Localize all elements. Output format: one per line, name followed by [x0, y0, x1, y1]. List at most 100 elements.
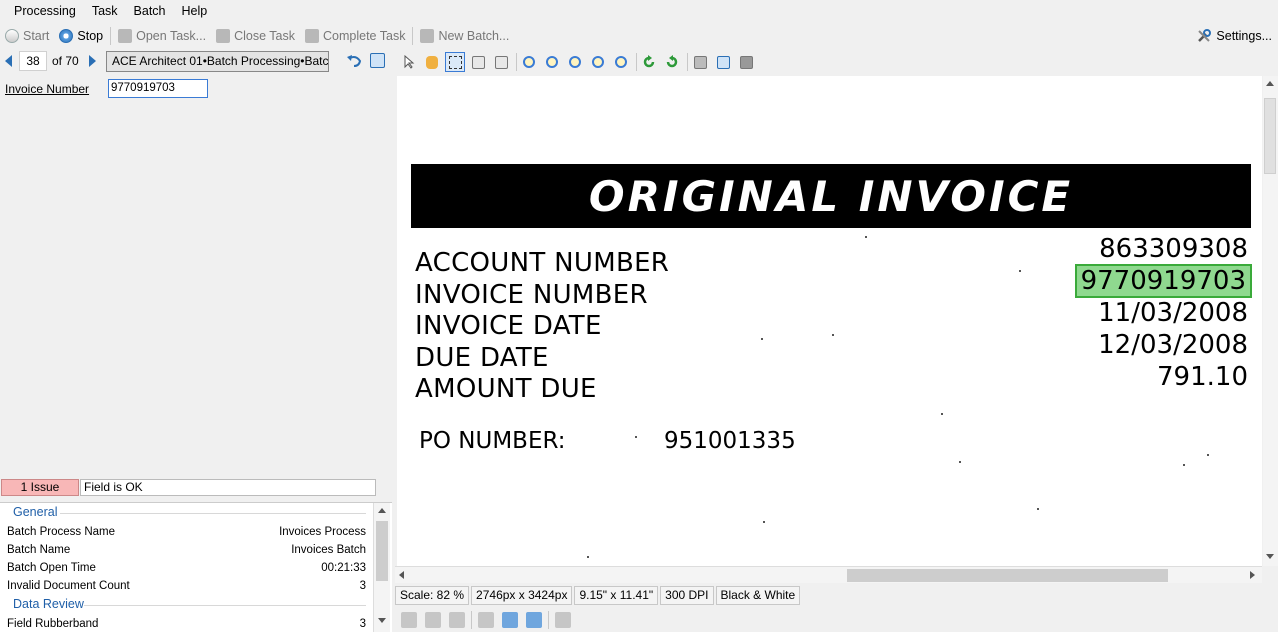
scan-speck	[587, 556, 589, 558]
settings-button[interactable]: Settings...	[1196, 24, 1272, 48]
scroll-left-icon[interactable]	[399, 571, 404, 579]
magnifier-tool[interactable]	[491, 52, 511, 72]
inch-size-status: 9.15" x 11.41"	[574, 586, 659, 605]
crop-icon[interactable]	[502, 612, 518, 628]
previous-page-icon[interactable]	[5, 55, 12, 67]
toolbar-divider	[548, 611, 549, 629]
amount-due-label: AMOUNT DUE	[415, 374, 597, 404]
pointer-tool[interactable]	[399, 52, 419, 72]
stop-icon	[59, 29, 74, 43]
property-row: Batch Process Name Invoices Process	[0, 523, 372, 541]
due-date-label: DUE DATE	[415, 343, 549, 373]
scan-icon[interactable]	[478, 612, 494, 628]
invoice-number-input[interactable]: 9770919703	[108, 79, 208, 98]
po-number-label: PO NUMBER:	[419, 428, 566, 454]
issue-count-badge[interactable]: 1 Issue	[1, 479, 79, 496]
enhance-icon[interactable]	[449, 612, 465, 628]
zoom-actual-icon	[569, 56, 581, 68]
dpi-status: 300 DPI	[660, 586, 714, 605]
zoom-out-button[interactable]	[542, 52, 562, 72]
left-panel: 38 of 70 ACE Architect 01•Batch Processi…	[0, 50, 392, 632]
menu-help[interactable]: Help	[174, 0, 216, 23]
invoice-number-value-highlight[interactable]: 9770919703	[1074, 264, 1253, 298]
refresh-icon[interactable]	[526, 612, 542, 628]
scroll-right-icon[interactable]	[1250, 571, 1255, 579]
issue-bar: 1 Issue Field is OK	[0, 479, 392, 497]
hand-icon	[426, 55, 438, 69]
complete-task-button[interactable]: Complete Task	[300, 25, 410, 47]
menu-processing[interactable]: Processing	[6, 0, 84, 23]
scroll-down-icon[interactable]	[378, 618, 386, 623]
zoom-region-tool[interactable]	[468, 52, 488, 72]
properties-scrollbar[interactable]	[373, 503, 390, 632]
new-batch-button[interactable]: New Batch...	[415, 25, 514, 47]
scale-status: Scale: 82 %	[395, 586, 470, 605]
image-status-bar: Scale: 82 % 2746px x 3424px 9.15" x 11.4…	[395, 586, 802, 606]
properties-list: General Batch Process Name Invoices Proc…	[0, 503, 372, 632]
page-number-input[interactable]: 38	[19, 51, 47, 71]
scroll-up-icon[interactable]	[1266, 81, 1274, 86]
scrollbar-thumb[interactable]	[376, 521, 388, 581]
settings-label: Settings...	[1216, 29, 1272, 43]
undo-icon[interactable]	[346, 54, 362, 68]
rotate-right-icon	[643, 55, 655, 68]
save-image-button[interactable]	[713, 52, 733, 72]
open-task-icon	[118, 29, 133, 43]
account-number-label: ACCOUNT NUMBER	[415, 248, 670, 278]
zoom-width-button[interactable]	[611, 52, 631, 72]
tools-icon	[739, 55, 753, 69]
undo-edit-icon[interactable]	[555, 612, 571, 628]
viewer-toolbar	[395, 50, 1278, 74]
despeckle-icon[interactable]	[425, 612, 441, 628]
document-image[interactable]: ORIGINAL INVOICE ACCOUNT NUMBER INVOICE …	[397, 76, 1262, 566]
save-image-icon	[716, 55, 730, 69]
toolbar-divider	[687, 53, 688, 71]
close-task-icon	[216, 29, 231, 43]
menu-bar: Processing Task Batch Help	[0, 0, 1278, 23]
scrollbar-thumb[interactable]	[1264, 98, 1276, 174]
stop-button[interactable]: Stop	[54, 25, 108, 47]
rotate-right-button[interactable]	[639, 52, 659, 72]
scroll-down-icon[interactable]	[1266, 554, 1274, 559]
deskew-icon[interactable]	[401, 612, 417, 628]
scan-speck	[959, 461, 961, 463]
document-navigator: 38 of 70 ACE Architect 01•Batch Processi…	[0, 50, 392, 72]
menu-batch[interactable]: Batch	[126, 0, 174, 23]
rubberband-icon	[448, 55, 462, 69]
rotate-left-button[interactable]	[662, 52, 682, 72]
pan-tool[interactable]	[422, 52, 442, 72]
zoom-in-button[interactable]	[519, 52, 539, 72]
pixel-size-status: 2746px x 3424px	[471, 586, 573, 605]
close-task-label: Close Task	[234, 29, 295, 43]
scroll-up-icon[interactable]	[378, 508, 386, 513]
print-button[interactable]	[690, 52, 710, 72]
property-row: Invalid Document Count 3	[0, 577, 372, 595]
save-icon[interactable]	[370, 53, 385, 68]
viewer-vertical-scrollbar[interactable]	[1263, 76, 1278, 566]
image-edit-toolbar	[395, 610, 575, 630]
property-value: 3	[359, 618, 366, 630]
zoom-width-icon	[615, 56, 627, 68]
start-button[interactable]: Start	[0, 25, 54, 47]
scan-speck	[1183, 464, 1185, 466]
scan-speck	[1037, 508, 1039, 510]
property-row: Field Rubberband 3	[0, 615, 372, 632]
toolbar-divider	[412, 27, 414, 45]
page-count: of 70	[52, 54, 79, 68]
batch-path-dropdown[interactable]: ACE Architect 01•Batch Processing•Batch	[106, 51, 329, 72]
rubberband-tool[interactable]	[445, 52, 465, 72]
general-section-header[interactable]: General	[0, 503, 372, 523]
open-task-button[interactable]: Open Task...	[113, 25, 211, 47]
play-icon	[5, 29, 19, 43]
viewer-settings-button[interactable]	[736, 52, 756, 72]
zoom-actual-button[interactable]	[565, 52, 585, 72]
data-review-section-header[interactable]: Data Review	[0, 595, 372, 615]
zoom-fit-button[interactable]	[588, 52, 608, 72]
scrollbar-thumb[interactable]	[847, 569, 1168, 582]
menu-task[interactable]: Task	[84, 0, 126, 23]
close-task-button[interactable]: Close Task	[211, 25, 300, 47]
property-value: Invoices Batch	[291, 544, 366, 556]
next-page-icon[interactable]	[89, 55, 96, 67]
color-mode-status: Black & White	[715, 586, 801, 605]
viewer-horizontal-scrollbar[interactable]	[395, 566, 1262, 583]
